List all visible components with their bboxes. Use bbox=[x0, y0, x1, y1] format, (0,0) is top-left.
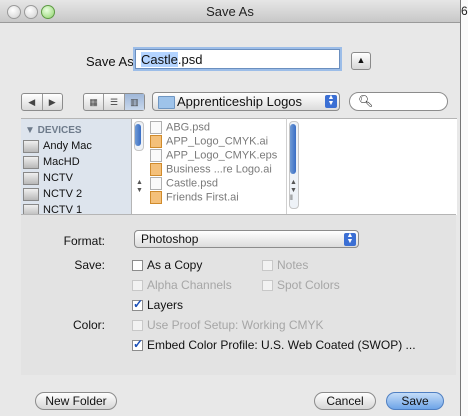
as-a-copy-checkbox[interactable]: As a Copy bbox=[132, 258, 202, 272]
search-field[interactable]: 🔍︎ bbox=[349, 92, 448, 111]
forward-arrow-icon[interactable]: ▶ bbox=[43, 94, 63, 110]
popup-arrows-icon: ▲ ▼ bbox=[325, 94, 337, 108]
column-view-icon[interactable]: ▥ bbox=[124, 94, 144, 110]
checkbox-label: Layers bbox=[147, 298, 184, 312]
cancel-button[interactable]: Cancel bbox=[314, 392, 376, 410]
file-item[interactable]: Castle.psd bbox=[150, 177, 218, 190]
hard-disk-icon bbox=[23, 187, 39, 201]
file-name: APP_Logo_CMYK.ai bbox=[166, 135, 269, 148]
notes-checkbox[interactable]: Notes bbox=[262, 258, 308, 272]
ai-file-icon bbox=[150, 135, 162, 148]
checkbox-label: Use Proof Setup: Working CMYK bbox=[147, 318, 324, 332]
spot-colors-checkbox[interactable]: Spot Colors bbox=[262, 278, 340, 292]
file-name: Business ...re Logo.ai bbox=[166, 163, 272, 176]
sidebar-heading-devices: ▼ DEVICES bbox=[25, 125, 82, 136]
expand-dialog-button[interactable]: ▲ bbox=[351, 52, 371, 70]
filename-extension: .psd bbox=[177, 52, 203, 67]
sidebar-item-andy-mac[interactable]: Andy Mac bbox=[23, 139, 92, 153]
ai-file-icon bbox=[150, 191, 162, 204]
use-proof-setup-checkbox[interactable]: Use Proof Setup: Working CMYK bbox=[132, 318, 324, 332]
sidebar-item-label: Andy Mac bbox=[43, 140, 92, 152]
save-button[interactable]: Save bbox=[386, 392, 444, 410]
location-popup[interactable]: Apprenticeship Logos ▲ ▼ bbox=[152, 92, 340, 111]
back-arrow-icon[interactable]: ◀ bbox=[22, 94, 43, 110]
format-label: Format: bbox=[63, 234, 105, 248]
background-window-edge bbox=[460, 0, 468, 416]
sidebar-item-label: NCTV 2 bbox=[43, 188, 83, 200]
checkbox-label: Spot Colors bbox=[277, 278, 340, 292]
file-name: APP_Logo_CMYK.eps bbox=[166, 149, 278, 162]
file-column: ▲ ▼ ABG.psd APP_Logo_CMYK.ai APP_Logo_CMY… bbox=[131, 118, 287, 215]
file-item[interactable]: Friends First.ai bbox=[150, 191, 239, 204]
file-name: Friends First.ai bbox=[166, 191, 239, 204]
file-item[interactable]: Business ...re Logo.ai bbox=[150, 163, 272, 176]
sidebar-item-label: NCTV bbox=[43, 172, 73, 184]
column-scroll-arrows[interactable]: ▲ ▼ ‖ bbox=[290, 179, 297, 203]
sidebar-item-machd[interactable]: MacHD bbox=[23, 155, 80, 169]
checkbox-label: As a Copy bbox=[147, 258, 203, 272]
file-item[interactable]: ABG.psd bbox=[150, 121, 210, 134]
sidebar-item-nctv-2[interactable]: NCTV 2 bbox=[23, 187, 82, 201]
new-folder-button[interactable]: New Folder bbox=[35, 392, 117, 410]
color-label: Color: bbox=[72, 318, 105, 332]
save-as-dialog: Save As Save As: Castle.psd ▲ ◀ ▶ ▦ ☰ ▥ App… bbox=[0, 0, 461, 416]
computer-icon bbox=[23, 139, 39, 153]
psd-file-icon bbox=[150, 177, 162, 190]
file-name: Castle.psd bbox=[166, 177, 218, 190]
file-item[interactable]: APP_Logo_CMYK.eps bbox=[150, 149, 277, 162]
save-label: Save: bbox=[74, 258, 105, 272]
file-name: ABG.psd bbox=[166, 121, 211, 134]
format-popup[interactable]: Photoshop ▲ ▼ bbox=[134, 230, 359, 248]
save-as-label: Save As: bbox=[86, 54, 138, 69]
checkbox-label: Alpha Channels bbox=[147, 278, 232, 292]
location-label: Apprenticeship Logos bbox=[177, 94, 303, 109]
hard-disk-icon bbox=[23, 155, 39, 169]
column-scroll-arrows[interactable]: ▲ ▼ bbox=[136, 179, 143, 195]
search-icon: 🔍︎ bbox=[358, 94, 374, 108]
alpha-channels-checkbox[interactable]: Alpha Channels bbox=[132, 278, 232, 292]
sidebar-item-label: MacHD bbox=[43, 156, 80, 168]
folder-icon bbox=[158, 96, 175, 109]
ai-file-icon bbox=[150, 163, 162, 176]
popup-arrows-icon: ▲ ▼ bbox=[344, 232, 356, 246]
background-window-title-fragment: 6 bbox=[461, 4, 468, 18]
eps-file-icon bbox=[150, 149, 162, 162]
file-item[interactable]: APP_Logo_CMYK.ai bbox=[150, 135, 268, 148]
filename-input[interactable]: Castle.psd bbox=[135, 49, 340, 69]
view-mode-control: ▦ ☰ ▥ bbox=[83, 93, 145, 111]
column-scrollbar[interactable] bbox=[134, 121, 144, 151]
icon-view-icon[interactable]: ▦ bbox=[84, 94, 105, 110]
empty-column: ▲ ▼ ‖ bbox=[286, 118, 457, 215]
hard-disk-icon bbox=[23, 171, 39, 185]
sidebar: ▼ DEVICES Andy Mac MacHD NCTV NCTV 2 NCT… bbox=[21, 118, 131, 215]
sidebar-item-nctv[interactable]: NCTV bbox=[23, 171, 73, 185]
psd-file-icon bbox=[150, 121, 162, 134]
checkbox-label: Embed Color Profile: U.S. Web Coated (SW… bbox=[147, 338, 416, 352]
format-value: Photoshop bbox=[141, 232, 199, 246]
checkbox-label: Notes bbox=[277, 258, 309, 272]
window-title: Save As bbox=[206, 4, 254, 19]
back-forward-control: ◀ ▶ bbox=[21, 93, 63, 111]
list-view-icon[interactable]: ☰ bbox=[104, 94, 125, 110]
layers-checkbox[interactable]: Layers bbox=[132, 297, 184, 312]
embed-color-profile-checkbox[interactable]: Embed Color Profile: U.S. Web Coated (SW… bbox=[132, 337, 416, 352]
title-bar: Save As bbox=[0, 0, 460, 23]
filename-selected-text: Castle bbox=[141, 52, 178, 67]
